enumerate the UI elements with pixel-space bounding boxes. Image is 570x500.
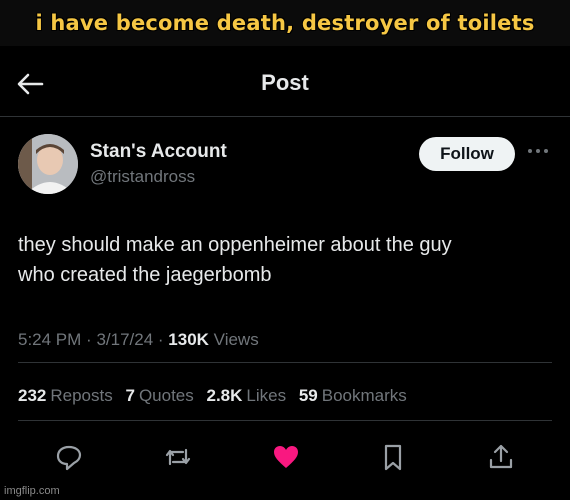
more-icon[interactable] <box>527 144 549 158</box>
reply-icon[interactable] <box>54 442 84 472</box>
bookmark-icon[interactable] <box>378 442 408 472</box>
tweet-line-2: who created the jaegerbomb <box>18 264 272 286</box>
post-view: Post Stan's Account @tristandross Follow… <box>0 46 570 500</box>
page-title: Post <box>261 70 309 95</box>
header-divider <box>0 116 570 117</box>
author-name[interactable]: Stan's Account <box>90 141 227 163</box>
tweet-text: they should make an oppenheimer about th… <box>18 230 548 290</box>
engagement-stats: 232 Reposts 7 Quotes 2.8K Likes 59 Bookmarks <box>18 386 415 406</box>
tweet-time[interactable]: 5:24 PM <box>18 330 81 349</box>
reposts-stat[interactable]: 232 Reposts <box>18 386 113 405</box>
tweet-date[interactable]: 3/17/24 <box>96 330 153 349</box>
repost-icon[interactable] <box>163 442 193 472</box>
author-handle[interactable]: @tristandross <box>90 167 195 187</box>
action-bar <box>0 438 570 478</box>
views-count: 130K <box>168 330 209 349</box>
avatar[interactable] <box>18 134 78 194</box>
bookmarks-stat[interactable]: 59 Bookmarks <box>299 386 407 405</box>
meta-divider <box>18 362 552 363</box>
share-icon[interactable] <box>486 442 516 472</box>
follow-button[interactable]: Follow <box>419 137 515 171</box>
tweet-meta: 5:24 PM · 3/17/24 · 130K Views <box>18 330 259 349</box>
quotes-stat[interactable]: 7 Quotes <box>125 386 193 405</box>
like-icon[interactable] <box>271 442 301 472</box>
meme-caption-bar: i have become death, destroyer of toilet… <box>0 0 570 46</box>
tweet-line-1: they should make an oppenheimer about th… <box>18 234 452 256</box>
meme-caption: i have become death, destroyer of toilet… <box>35 11 535 35</box>
views-label: Views <box>213 330 259 349</box>
likes-stat[interactable]: 2.8K Likes <box>207 386 287 405</box>
stats-divider <box>18 420 552 421</box>
watermark: imgflip.com <box>4 485 60 497</box>
top-bar: Post <box>0 64 570 104</box>
